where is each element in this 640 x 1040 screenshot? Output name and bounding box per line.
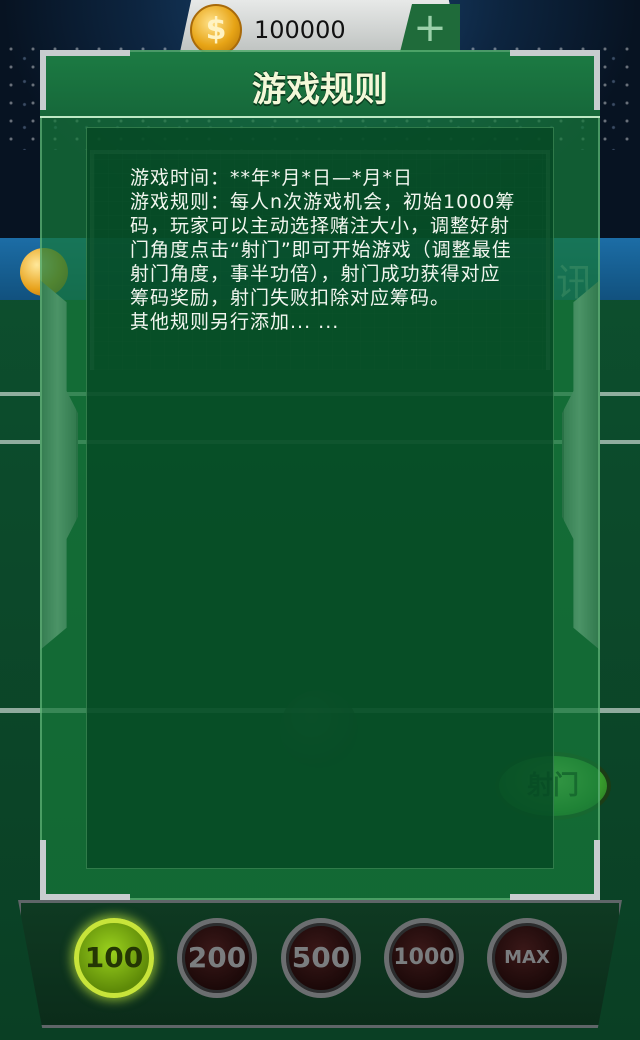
bet-chip-500[interactable]: 500 bbox=[281, 918, 361, 998]
bet-chip-100[interactable]: 100 bbox=[74, 918, 154, 998]
dialog-title: 游戏规则 bbox=[252, 70, 388, 110]
rules-text: 游戏时间：**年*月*日—*月*日 游戏规则：每人n次游戏机会，初始1000筹码… bbox=[130, 167, 516, 333]
bet-chip-max[interactable]: MAX bbox=[487, 918, 567, 998]
bet-chip-1000[interactable]: 1000 bbox=[384, 918, 464, 998]
dollar-coin-icon: $ bbox=[190, 4, 242, 56]
bet-chip-200[interactable]: 200 bbox=[177, 918, 257, 998]
coin-balance: 100000 bbox=[254, 16, 346, 44]
